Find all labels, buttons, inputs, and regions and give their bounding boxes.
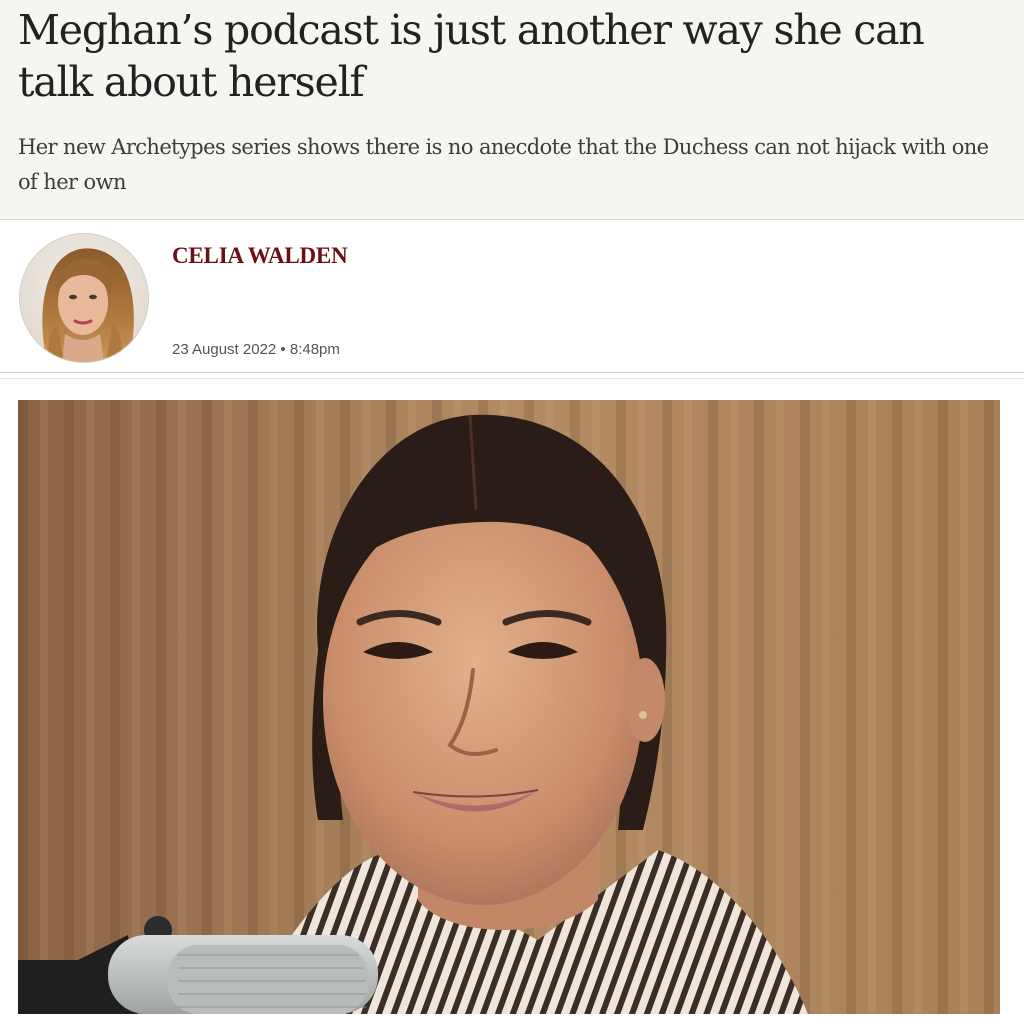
author-portrait-image — [20, 234, 148, 362]
article-headline: Meghan’s podcast is just another way she… — [18, 6, 925, 106]
hero-image[interactable] — [18, 400, 1000, 1014]
hero-photo-illustration — [18, 400, 1000, 1014]
divider — [0, 378, 1024, 379]
author-avatar[interactable] — [19, 233, 149, 363]
divider — [0, 372, 1024, 373]
article-standfirst: Her new Archetypes series shows there is… — [18, 135, 989, 194]
author-name-link[interactable]: CELIA WALDEN — [172, 243, 348, 269]
publish-date: 23 August 2022 • 8:48pm — [172, 341, 340, 358]
article-header: Meghan’s podcast is just another way she… — [0, 0, 1024, 220]
byline: CELIA WALDEN 23 August 2022 • 8:48pm — [0, 221, 1024, 376]
